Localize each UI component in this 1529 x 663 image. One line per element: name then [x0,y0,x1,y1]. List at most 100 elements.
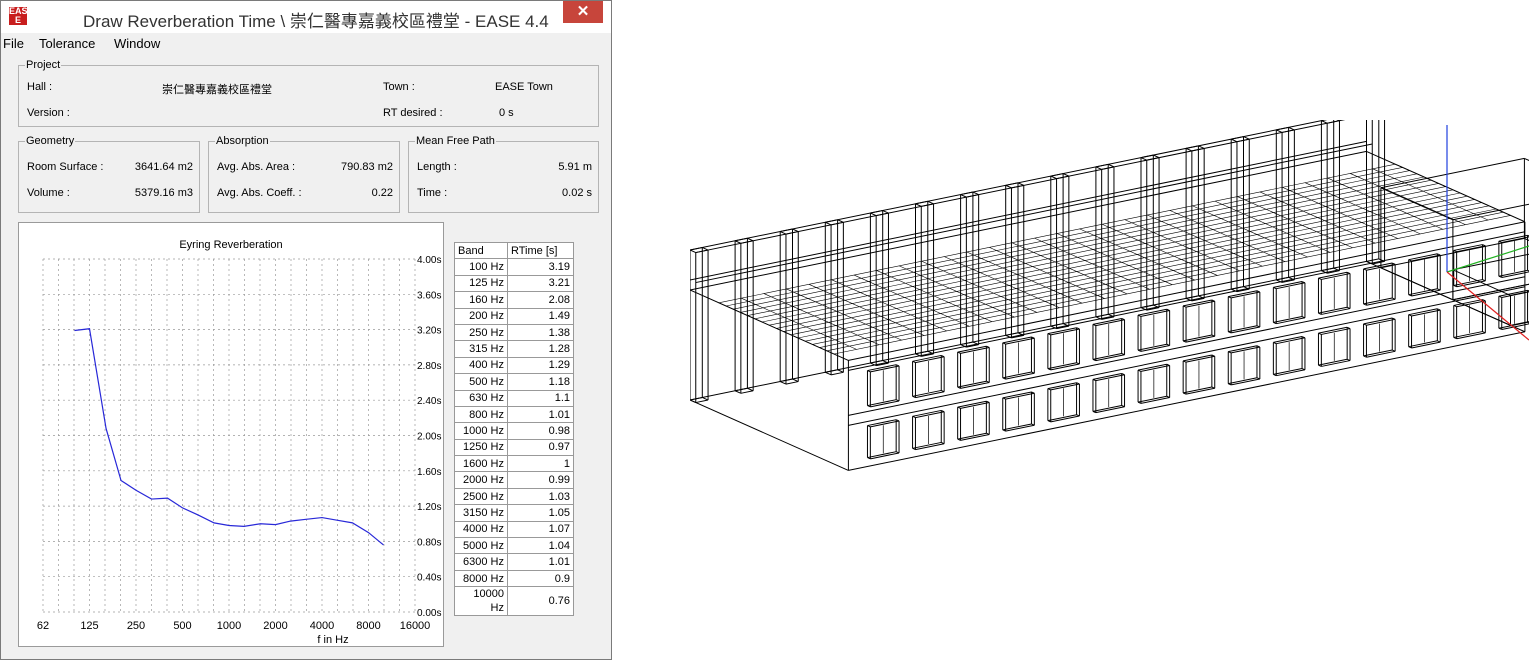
ease-app-icon[interactable]: EAS E [9,7,27,25]
table-row: 6300 Hz 1.01 [454,553,574,571]
y-tick-label: 4.00s [417,255,441,266]
y-tick-label: 2.40s [417,396,441,407]
x-tick-label: 16000 [400,620,431,632]
table-row: 200 Hz 1.49 [454,307,574,325]
rtime-cell: 1.03 [507,487,574,506]
menu-window[interactable]: Window [114,36,160,51]
band-column-header: Band [454,241,508,260]
avg-abs-coeff-value: 0.22 [371,187,393,199]
table-row: 8000 Hz 0.9 [454,569,574,588]
rtime-cell: 1 [507,455,574,473]
y-tick-label: 3.20s [417,326,441,337]
rt-table: Band RTime [s] 100 Hz 3.19 125 Hz 3.21 160 H… [454,241,574,617]
band-cell: 200 Hz [454,307,508,325]
y-tick-label: 2.00s [417,432,441,443]
menu-tolerance[interactable]: Tolerance [39,36,95,51]
rtime-column-header: RTime [s] [507,241,574,260]
x-tick-label: 62 [37,620,49,632]
band-cell: 125 Hz [454,274,508,293]
table-row: 2000 Hz 0.99 [454,471,574,489]
y-tick-label: 3.60s [417,290,441,301]
absorption-legend: Absorption [216,135,269,147]
x-tick-label: 1000 [217,620,241,632]
rtime-cell: 0.99 [507,471,574,489]
rtime-cell: 3.21 [507,274,574,293]
table-row: 400 Hz 1.29 [454,356,574,375]
menu-bar: File Tolerance Window [1,34,611,54]
chart-x-axis-label: f in Hz [317,634,348,646]
rtime-cell: 0.97 [507,438,574,457]
band-cell: 500 Hz [454,373,508,391]
y-tick-label: 1.20s [417,502,441,513]
table-row: 1250 Hz 0.97 [454,438,574,457]
band-cell: 400 Hz [454,356,508,375]
band-cell: 250 Hz [454,323,508,342]
rt-desired-label: RT desired : [383,107,443,119]
chart-title: Eyring Reverberation [179,239,282,251]
y-tick-label: 0.40s [417,573,441,584]
band-cell: 6300 Hz [454,553,508,571]
rtime-cell: 1.29 [507,356,574,375]
mfp-length-label: Length : [417,161,457,173]
x-tick-label: 4000 [310,620,334,632]
volume-label: Volume : [27,187,70,199]
x-tick-label: 500 [173,620,191,632]
band-cell: 630 Hz [454,389,508,407]
mean-free-path-legend: Mean Free Path [416,135,495,147]
y-tick-label: 1.60s [417,467,441,478]
rt-desired-value: 0 s [499,107,514,119]
rtime-cell: 0.76 [507,586,574,617]
band-cell: 2500 Hz [454,487,508,506]
band-cell: 5000 Hz [454,537,508,555]
rtime-cell: 2.08 [507,291,574,309]
rtime-cell: 1.49 [507,307,574,325]
table-row: 315 Hz 1.28 [454,340,574,358]
table-row: 630 Hz 1.1 [454,389,574,407]
hall-label: Hall : [27,81,53,93]
room-surface-value: 3641.64 m2 [134,161,193,173]
band-cell: 160 Hz [454,291,508,309]
table-row: 100 Hz 3.19 [454,258,574,276]
table-row: 500 Hz 1.18 [454,373,574,391]
table-row: 125 Hz 3.21 [454,274,574,293]
menu-file[interactable]: File [3,36,24,51]
close-button[interactable]: ✕ [563,1,603,23]
title-bar[interactable]: EAS E Draw Reverberation Time \ 崇仁醫專嘉義校區禮… [1,1,611,33]
rtime-cell: 1.04 [507,537,574,555]
hall-value: 崇仁醫專嘉義校區禮堂 [162,84,272,96]
version-label: Version : [27,107,70,119]
band-cell: 1600 Hz [454,455,508,473]
table-row: 3150 Hz 1.05 [454,504,574,522]
window-title: Draw Reverberation Time \ 崇仁醫專嘉義校區禮堂 - E… [83,12,549,31]
table-header-row: Band RTime [s] [454,241,574,260]
x-tick-label: 2000 [263,620,287,632]
town-label: Town : [383,81,415,93]
project-group: Project Hall : 崇仁醫專嘉義校區禮堂 Town : EASE To… [18,59,599,127]
band-cell: 1250 Hz [454,438,508,457]
x-tick-label: 125 [80,620,98,632]
absorption-group: Absorption Avg. Abs. Area : 790.83 m2 Av… [208,135,400,213]
rtime-cell: 1.05 [507,504,574,522]
table-row: 5000 Hz 1.04 [454,537,574,555]
band-cell: 800 Hz [454,405,508,424]
y-tick-label: 2.80s [417,361,441,372]
rtime-cell: 1.1 [507,389,574,407]
table-row: 2500 Hz 1.03 [454,487,574,506]
table-row: 800 Hz 1.01 [454,405,574,424]
rtime-cell: 0.9 [507,569,574,588]
table-row: 10000 Hz 0.76 [454,586,574,617]
rtime-cell: 0.98 [507,422,574,440]
reverberation-window: EAS E Draw Reverberation Time \ 崇仁醫專嘉義校區禮… [0,0,612,660]
table-row: 1600 Hz 1 [454,455,574,473]
y-axis-line [1446,245,1529,273]
rt-chart-panel: Eyring Reverberation f in Hz 0.00s 0.40s 0… [18,222,444,647]
avg-abs-coeff-label: Avg. Abs. Coeff. : [217,187,302,199]
rtime-cell: 1.28 [507,340,574,358]
eyring-reverberation-chart: Eyring Reverberation f in Hz 0.00s 0.40s 0… [37,239,442,646]
geometry-group: Geometry Room Surface : 3641.64 m2 Volum… [18,135,200,213]
mfp-time-value: 0.02 s [562,187,592,199]
project-legend: Project [26,59,61,71]
geometry-legend: Geometry [26,135,75,147]
x-tick-label: 8000 [356,620,380,632]
room-model-3d-view[interactable] [690,120,1529,540]
